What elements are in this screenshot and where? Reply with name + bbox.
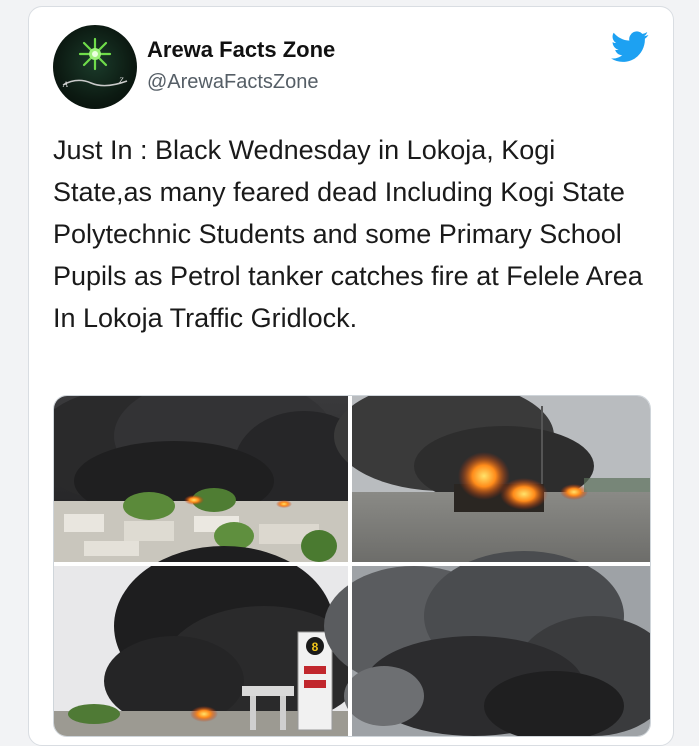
avatar[interactable]: A Z — [53, 25, 137, 109]
user-handle[interactable]: @ArewaFactsZone — [147, 71, 318, 94]
station-sign-text: 8 — [312, 640, 319, 654]
tweet-media-grid[interactable]: 8 — [53, 395, 651, 737]
tweet-text: Just In : Black Wednesday in Lokoja, Kog… — [53, 135, 643, 333]
smoke-over-town-photo[interactable] — [54, 396, 374, 562]
dense-smoke-photo[interactable] — [324, 551, 650, 736]
display-name[interactable]: Arewa Facts Zone — [147, 37, 335, 63]
smoke-filling-station-photo[interactable]: 8 — [54, 546, 364, 736]
burning-tanker-photo[interactable] — [334, 396, 650, 562]
svg-text:Z: Z — [119, 76, 124, 85]
tweet-card[interactable]: A Z Arewa Facts Zone @ArewaFactsZone Jus… — [28, 6, 674, 746]
twitter-bird-icon[interactable] — [611, 31, 649, 63]
avatar-logo: A Z — [62, 37, 128, 89]
svg-text:A: A — [62, 80, 68, 89]
